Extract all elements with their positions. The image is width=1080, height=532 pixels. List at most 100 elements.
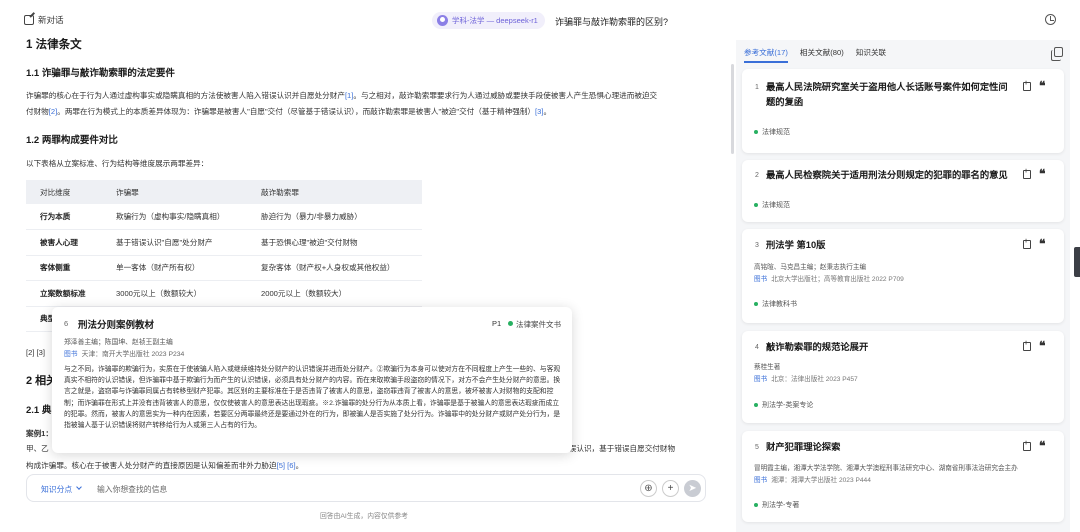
tab-related[interactable]: 相关文献(80) (800, 47, 844, 58)
card-tag-label: 刑法学-类案专论 (762, 402, 814, 409)
tag-dot (754, 403, 758, 407)
page-number: P1 (492, 319, 502, 328)
quote-icon[interactable]: ❝ (1039, 238, 1045, 250)
chat-input-box: 知识分点 输入你想查找的信息 ⊕ + ➤ (26, 474, 706, 502)
type-label: 图书 (64, 351, 78, 358)
publisher-text: 湘潭：湘潭大学出版社 2023 P444 (771, 477, 871, 484)
side-handle[interactable] (1074, 247, 1080, 277)
bookmark-icon[interactable] (1023, 238, 1031, 249)
card-title[interactable]: 财产犯罪理论探索 (766, 440, 1012, 455)
tab-knowledge[interactable]: 知识关联 (856, 47, 886, 58)
card-title[interactable]: 敲诈勒索罪的规范论展开 (766, 340, 1012, 355)
references-panel: 参考文献(17) 相关文献(80) 知识关联 1 最高人民法院研究室关于盗用他人… (736, 40, 1070, 532)
table-header-row: 对比维度 诈骗罪 敲诈勒索罪 (26, 180, 422, 204)
table-cell: 欺骗行为（虚构事实/隐瞒真相） (102, 204, 247, 230)
tag-dot (754, 302, 758, 306)
model-selector[interactable]: 学科-法学 — deepseek-r1 (432, 12, 545, 29)
card-publisher: 图书 北京大学出版社；高等教育出版社 2022 P709 (754, 273, 904, 283)
quote-icon[interactable]: ❝ (1039, 340, 1045, 352)
paragraph-line: 付财物[2]。两罪在行为模式上的本质差异体现为：诈骗罪是被害人"自愿"交付（尽管… (26, 107, 552, 116)
card-tag: 法律规范 (754, 127, 790, 137)
reference-card[interactable]: 3 刑法学 第10版 ❝ 高铭暄、马克昌主编；赵秉志执行主编 图书北京大学出版社… (742, 229, 1064, 323)
subsection-heading: 1.1 诈骗罪与敲诈勒索罪的法定要件 (26, 68, 175, 79)
card-actions: ❝ (1023, 440, 1045, 452)
table-cell: 基于恐惧心理"被迫"交付财物 (247, 229, 422, 256)
reference-title[interactable]: 刑法分则案例教材 (78, 317, 154, 331)
card-authors: 蔡桂生著 (754, 364, 781, 371)
citation-link[interactable]: [5] (277, 461, 285, 470)
type-label: 图书 (754, 276, 768, 283)
table-row: 被害人心理 基于错误认识"自愿"处分财产 基于恐惧心理"被迫"交付财物 (26, 229, 422, 256)
reference-excerpt: 与之不同，诈骗罪的欺骗行为，实质在于使被骗人陷入或继续维持处分财产的认识错误并进… (64, 366, 561, 430)
bookmark-icon[interactable] (1023, 80, 1031, 91)
reference-number: 6 (64, 319, 69, 328)
avatar-icon (437, 15, 448, 26)
card-actions: ❝ (1023, 80, 1045, 92)
history-icon[interactable] (1045, 14, 1056, 25)
reference-card[interactable]: 2 最高人民检察院关于适用刑法分则规定的犯罪的罪名的意见 ❝ 法律规范 (742, 160, 1064, 222)
card-number: 3 (755, 242, 759, 249)
citation-link[interactable]: [6] (287, 461, 295, 470)
new-chat-button[interactable]: 新对话 (24, 14, 64, 26)
bookmark-icon[interactable] (1023, 440, 1031, 451)
scrollbar[interactable] (731, 64, 734, 154)
card-actions: ❝ (1023, 340, 1045, 352)
subsection-heading: 1.2 两罪构成要件对比 (26, 135, 118, 146)
reference-publisher: 图书 天津：南开大学出版社 2023 P234 (64, 348, 184, 358)
quote-icon[interactable]: ❝ (1039, 168, 1045, 180)
bookmark-icon[interactable] (1023, 340, 1031, 351)
card-tag-label: 法律教科书 (762, 301, 797, 308)
table-row: 行为本质 欺骗行为（虚构事实/隐瞒真相） 胁迫行为（暴力/非暴力威胁） (26, 204, 422, 230)
status-dot (508, 321, 513, 326)
reference-card[interactable]: 1 最高人民法院研究室关于盗用他人长话账号案件如何定性问题的复函 ❝ 法律规范 (742, 69, 1064, 153)
card-tag: 法律教科书 (754, 299, 797, 309)
card-number: 1 (755, 84, 759, 91)
card-publisher: 图书 北京：法律出版社 2023 P457 (754, 373, 858, 383)
reference-tag: 法律案件文书 (516, 320, 561, 329)
card-title[interactable]: 最高人民检察院关于适用刑法分则规定的犯罪的罪名的意见 (766, 168, 1012, 183)
card-tag-label: 刑法学-专著 (762, 502, 800, 509)
card-authors: 高铭暄、马克昌主编；赵秉志执行主编 (754, 264, 867, 271)
tag-dot (754, 130, 758, 134)
section-heading: 1 法律条文 (26, 39, 82, 51)
disclaimer: 回答由AI生成，内容仅供参考 (320, 513, 408, 520)
case-text-start: 甲、乙 (26, 444, 49, 453)
publisher-text: 北京：法律出版社 2023 P457 (771, 376, 858, 383)
reference-popup: 6 刑法分则案例教材 P1 法律案件文书 郑泽善主编；陈国坤、赵祯王副主编 图书… (52, 307, 572, 453)
card-number: 5 (755, 444, 759, 451)
reference-card[interactable]: 4 敲诈勒索罪的规范论展开 ❝ 蔡桂生著 图书北京：法律出版社 2023 P45… (742, 331, 1064, 423)
search-input[interactable]: 输入你想查找的信息 (97, 484, 167, 495)
reference-card[interactable]: 5 财产犯罪理论探索 ❝ 冒明霞主编，湘潭大学法学院、湘潭大学澳程刑事法研究中心… (742, 431, 1064, 522)
quote-icon[interactable]: ❝ (1039, 440, 1045, 452)
card-number: 4 (755, 344, 759, 351)
quote-icon[interactable]: ❝ (1039, 80, 1045, 92)
knowledge-dropdown[interactable]: 知识分点 (41, 484, 72, 495)
subsection-heading: 2.1 典 (26, 405, 52, 416)
card-tag-label: 法律规范 (762, 129, 790, 136)
table-cell: 行为本质 (26, 204, 102, 230)
card-title[interactable]: 最高人民法院研究室关于盗用他人长话账号案件如何定性问题的复函 (766, 80, 1012, 110)
card-title[interactable]: 刑法学 第10版 (766, 238, 1012, 253)
model-label: 学科-法学 — deepseek-r1 (452, 16, 538, 25)
web-search-icon[interactable]: ⊕ (640, 480, 657, 497)
bookmark-icon[interactable] (1023, 168, 1031, 179)
new-chat-label: 新对话 (38, 15, 64, 25)
card-tag: 刑法学-类案专论 (754, 400, 813, 410)
type-label: 图书 (754, 477, 768, 484)
tag-dot (754, 203, 758, 207)
add-button[interactable]: + (662, 480, 679, 497)
table-row: 立案数额标准 3000元以上（数额较大） 2000元以上（数额较大） (26, 280, 422, 307)
paragraph-line: 诈骗罪的核心在于行为人通过虚构事实或隐瞒真相的方法使被害人陷入错误认识并自愿处分… (26, 91, 658, 100)
citation-link[interactable]: [2] (49, 107, 57, 116)
table-cell: 3000元以上（数额较大） (102, 280, 247, 307)
table-cell: 基于错误认识"自愿"处分财产 (102, 229, 247, 256)
chevron-down-icon[interactable] (76, 484, 82, 490)
case-text-line: 构成诈骗罪。核心在于被害人处分财产的直接原因是认知偏差而非外力胁迫[5] [6]… (26, 461, 304, 470)
tab-references[interactable]: 参考文献(17) (744, 47, 788, 58)
card-tag: 刑法学-专著 (754, 500, 799, 510)
citation-links[interactable]: [2] [3] (26, 348, 45, 357)
table-cell: 单一客体（财产所有权） (102, 255, 247, 281)
copy-icon[interactable] (1051, 47, 1063, 61)
send-button[interactable]: ➤ (684, 480, 701, 497)
table-header: 诈骗罪 (102, 180, 247, 204)
